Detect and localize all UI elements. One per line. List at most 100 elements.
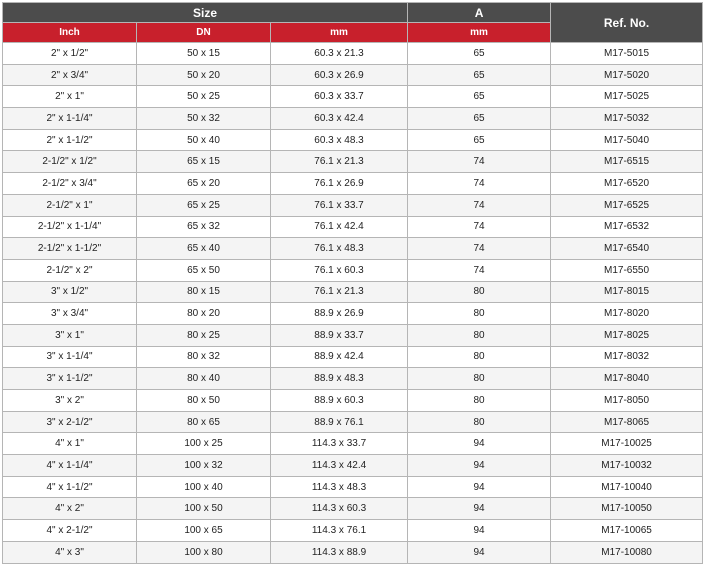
cell-inch: 4" x 2-1/2": [2, 519, 137, 542]
cell-mm: 114.3 x 88.9: [269, 540, 409, 564]
cell-ref-no: M17-6525: [550, 193, 704, 217]
cell-a: 65: [407, 85, 552, 109]
cell-inch: 2" x 1/2": [2, 42, 137, 65]
cell-dn: 80 x 20: [136, 302, 271, 325]
cell-dn: 100 x 40: [136, 475, 271, 499]
cell-ref-no: M17-5015: [550, 42, 704, 65]
table-row: 2-1/2" x 1-1/4" 65 x 32 76.1 x 42.4 74 M17-6…: [2, 215, 704, 239]
cell-mm: 60.3 x 48.3: [269, 128, 409, 152]
cell-mm: 76.1 x 33.7: [269, 193, 409, 217]
cell-mm: 60.3 x 21.3: [269, 42, 409, 65]
cell-ref-no: M17-6532: [550, 215, 704, 239]
cell-a: 80: [407, 345, 552, 369]
cell-inch: 3" x 1": [2, 323, 137, 347]
cell-a: 74: [407, 215, 552, 239]
cell-inch: 3" x 3/4": [2, 302, 137, 325]
cell-ref-no: M17-5025: [550, 85, 704, 109]
header-group-row: Size A Ref. No.: [1, 2, 704, 43]
cell-mm: 76.1 x 21.3: [269, 280, 409, 304]
cell-inch: 2-1/2" x 2": [2, 258, 137, 282]
cell-mm: 114.3 x 42.4: [269, 454, 409, 477]
table-row: 3" x 2-1/2" 80 x 65 88.9 x 76.1 80 M17-8065: [2, 410, 704, 434]
cell-a: 80: [407, 280, 552, 304]
cell-a: 94: [407, 497, 552, 521]
header-a: A: [407, 2, 552, 23]
cell-a: 74: [407, 237, 552, 260]
cell-inch: 4" x 1-1/4": [2, 454, 137, 477]
cell-inch: 2-1/2" x 1-1/2": [2, 237, 137, 260]
cell-inch: 3" x 1-1/2": [2, 367, 137, 390]
cell-inch: 2-1/2" x 1/2": [2, 150, 137, 174]
cell-dn: 65 x 50: [136, 258, 271, 282]
cell-a: 80: [407, 389, 552, 412]
cell-ref-no: M17-8025: [550, 323, 704, 347]
table-row: 4" x 2-1/2" 100 x 65 114.3 x 76.1 94 M17-100…: [2, 519, 704, 542]
cell-inch: 2" x 3/4": [2, 63, 137, 87]
cell-mm: 76.1 x 60.3: [269, 258, 409, 282]
cell-ref-no: M17-6540: [550, 237, 704, 260]
table-row: 4" x 1-1/4" 100 x 32 114.3 x 42.4 94 M17-100…: [2, 454, 704, 477]
cell-dn: 65 x 32: [136, 215, 271, 239]
table-row: 2-1/2" x 1-1/2" 65 x 40 76.1 x 48.3 74 M17-6…: [2, 237, 704, 260]
cell-a: 65: [407, 42, 552, 65]
cell-dn: 100 x 80: [136, 540, 271, 564]
header-ref-no: Ref. No.: [550, 2, 704, 43]
cell-mm: 88.9 x 26.9: [269, 302, 409, 325]
cell-dn: 50 x 32: [136, 107, 271, 130]
cell-a: 80: [407, 323, 552, 347]
cell-mm: 76.1 x 21.3: [269, 150, 409, 174]
cell-mm: 60.3 x 42.4: [269, 107, 409, 130]
cell-ref-no: M17-8020: [550, 302, 704, 325]
cell-a: 65: [407, 63, 552, 87]
cell-a: 80: [407, 302, 552, 325]
table-row: 4" x 3" 100 x 80 114.3 x 88.9 94 M17-10080: [2, 540, 704, 564]
cell-dn: 65 x 25: [136, 193, 271, 217]
table-row: 3" x 1/2" 80 x 15 76.1 x 21.3 80 M17-8015: [2, 280, 704, 304]
cell-a: 74: [407, 150, 552, 174]
table-row: 2" x 1-1/2" 50 x 40 60.3 x 48.3 65 M17-5040: [2, 128, 704, 152]
cell-mm: 88.9 x 42.4: [269, 345, 409, 369]
cell-inch: 4" x 1": [2, 432, 137, 456]
cell-dn: 50 x 25: [136, 85, 271, 109]
table-row: 2" x 1/2" 50 x 15 60.3 x 21.3 65 M17-5015: [2, 42, 704, 65]
cell-a: 94: [407, 475, 552, 499]
table-body: 2" x 1/2" 50 x 15 60.3 x 21.3 65 M17-5015 2" …: [2, 42, 704, 564]
table-container: Size A Ref. No. Inch DN mm mm 2" x 1/2" 5…: [1, 2, 704, 564]
cell-a: 74: [407, 172, 552, 195]
cell-ref-no: M17-10032: [550, 454, 704, 477]
cell-ref-no: M17-10040: [550, 475, 704, 499]
cell-mm: 88.9 x 33.7: [269, 323, 409, 347]
table-row: 2-1/2" x 2" 65 x 50 76.1 x 60.3 74 M17-6550: [2, 258, 704, 282]
cell-ref-no: M17-8065: [550, 410, 704, 434]
cell-a: 65: [407, 107, 552, 130]
cell-ref-no: M17-8015: [550, 280, 704, 304]
cell-ref-no: M17-10050: [550, 497, 704, 521]
table-row: 2" x 1" 50 x 25 60.3 x 33.7 65 M17-5025: [2, 85, 704, 109]
table-row: 4" x 1-1/2" 100 x 40 114.3 x 48.3 94 M17-100…: [2, 475, 704, 499]
cell-a: 94: [407, 432, 552, 456]
cell-mm: 76.1 x 48.3: [269, 237, 409, 260]
cell-ref-no: M17-10025: [550, 432, 704, 456]
cell-ref-no: M17-6550: [550, 258, 704, 282]
cell-inch: 2" x 1-1/4": [2, 107, 137, 130]
cell-dn: 100 x 32: [136, 454, 271, 477]
cell-dn: 50 x 20: [136, 63, 271, 87]
cell-mm: 114.3 x 48.3: [269, 475, 409, 499]
cell-ref-no: M17-6520: [550, 172, 704, 195]
cell-dn: 100 x 25: [136, 432, 271, 456]
dimensions-table: Size A Ref. No. Inch DN mm mm 2" x 1/2" 5…: [1, 2, 704, 564]
cell-inch: 2-1/2" x 1": [2, 193, 137, 217]
cell-mm: 60.3 x 26.9: [269, 63, 409, 87]
cell-mm: 88.9 x 48.3: [269, 367, 409, 390]
header-size: Size: [1, 2, 409, 23]
cell-inch: 4" x 3": [2, 540, 137, 564]
cell-inch: 4" x 2": [2, 497, 137, 521]
cell-a: 94: [407, 519, 552, 542]
cell-a: 94: [407, 540, 552, 564]
cell-mm: 114.3 x 33.7: [269, 432, 409, 456]
header-inch: Inch: [2, 22, 137, 43]
cell-dn: 80 x 15: [136, 280, 271, 304]
cell-a: 74: [407, 258, 552, 282]
cell-mm: 88.9 x 76.1: [269, 410, 409, 434]
cell-dn: 80 x 50: [136, 389, 271, 412]
